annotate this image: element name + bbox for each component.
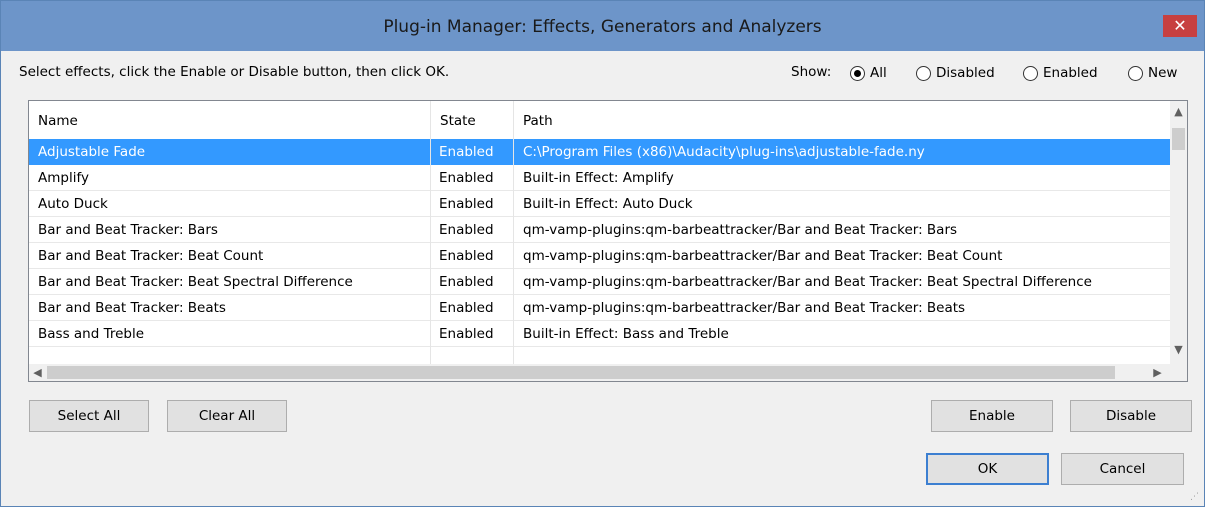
clear-all-button[interactable]: Clear All: [167, 400, 287, 432]
table-row[interactable]: Bar and Beat Tracker: Beats Enabled qm-v…: [29, 295, 1170, 321]
plugin-manager-dialog: Plug-in Manager: Effects, Generators and…: [0, 0, 1205, 507]
scroll-left-icon[interactable]: ◀: [29, 364, 46, 381]
column-divider: [513, 139, 514, 364]
scroll-down-icon[interactable]: ▼: [1170, 341, 1187, 358]
column-header-path[interactable]: Path: [514, 101, 1170, 139]
cell-path: qm-vamp-plugins:qm-barbeattracker/Bar an…: [523, 248, 1003, 264]
radio-all-label: All: [870, 65, 887, 81]
radio-disabled[interactable]: Disabled: [916, 63, 995, 83]
disable-button[interactable]: Disable: [1070, 400, 1192, 432]
cell-path: Built-in Effect: Bass and Treble: [523, 326, 729, 342]
cell-name: Bar and Beat Tracker: Beat Spectral Diff…: [38, 274, 353, 290]
cell-name: Bar and Beat Tracker: Bars: [38, 222, 218, 238]
cell-name: Adjustable Fade: [38, 144, 146, 160]
radio-enabled[interactable]: Enabled: [1023, 63, 1098, 83]
radio-button-icon[interactable]: [1128, 65, 1143, 81]
cell-name: Bass and Treble: [38, 326, 145, 342]
radio-button-icon[interactable]: [916, 65, 931, 81]
radio-all[interactable]: All: [850, 63, 887, 83]
list-header: Name State Path: [29, 101, 1170, 140]
close-icon[interactable]: ✕: [1163, 15, 1197, 37]
resize-grip-icon[interactable]: ⋰: [1190, 492, 1200, 502]
horizontal-scrollbar[interactable]: ◀ ▶: [29, 364, 1187, 381]
cell-path: qm-vamp-plugins:qm-barbeattracker/Bar an…: [523, 274, 1092, 290]
cell-state: Enabled: [439, 144, 494, 160]
cancel-button[interactable]: Cancel: [1061, 453, 1184, 485]
cell-path: qm-vamp-plugins:qm-barbeattracker/Bar an…: [523, 300, 966, 316]
radio-new-label: New: [1148, 65, 1178, 81]
column-divider: [430, 139, 431, 364]
table-row[interactable]: Bar and Beat Tracker: Beat Spectral Diff…: [29, 269, 1170, 295]
table-row[interactable]: Bar and Beat Tracker: Beat Count Enabled…: [29, 243, 1170, 269]
window-title: Plug-in Manager: Effects, Generators and…: [383, 17, 822, 37]
table-row[interactable]: Auto Duck Enabled Built-in Effect: Auto …: [29, 191, 1170, 217]
radio-new[interactable]: New: [1128, 63, 1177, 83]
cell-name: Bar and Beat Tracker: Beat Count: [38, 248, 264, 264]
instructions-text: Select effects, click the Enable or Disa…: [19, 64, 450, 80]
cell-path: C:\Program Files (x86)\Audacity\plug-ins…: [523, 144, 925, 160]
cell-name: Bar and Beat Tracker: Beats: [38, 300, 226, 316]
table-row[interactable]: Bar and Beat Tracker: Bars Enabled qm-va…: [29, 217, 1170, 243]
select-all-button[interactable]: Select All: [29, 400, 149, 432]
ok-button[interactable]: OK: [926, 453, 1049, 485]
cell-path: Built-in Effect: Auto Duck: [523, 196, 693, 212]
radio-disabled-label: Disabled: [936, 65, 995, 81]
cell-name: Auto Duck: [38, 196, 108, 212]
cell-name: Amplify: [38, 170, 89, 186]
scroll-right-icon[interactable]: ▶: [1149, 364, 1166, 381]
plugin-list[interactable]: Name State Path Adjustable Fade Enabled …: [28, 100, 1188, 382]
show-label: Show:: [791, 64, 832, 80]
cell-state: Enabled: [439, 196, 494, 212]
radio-button-icon[interactable]: [1023, 65, 1038, 81]
cell-state: Enabled: [439, 222, 494, 238]
enable-button[interactable]: Enable: [931, 400, 1053, 432]
vertical-scroll-thumb[interactable]: [1172, 128, 1185, 150]
radio-enabled-label: Enabled: [1043, 65, 1098, 81]
title-bar: Plug-in Manager: Effects, Generators and…: [1, 1, 1204, 51]
scroll-up-icon[interactable]: ▲: [1170, 103, 1187, 120]
horizontal-scroll-thumb[interactable]: [47, 366, 1115, 379]
column-header-name[interactable]: Name: [29, 101, 431, 139]
vertical-scrollbar[interactable]: ▲ ▼: [1170, 101, 1187, 364]
radio-button-icon[interactable]: [850, 65, 865, 81]
cell-state: Enabled: [439, 300, 494, 316]
cell-path: qm-vamp-plugins:qm-barbeattracker/Bar an…: [523, 222, 958, 238]
cell-state: Enabled: [439, 274, 494, 290]
cell-state: Enabled: [439, 326, 494, 342]
table-row[interactable]: Adjustable Fade Enabled C:\Program Files…: [29, 139, 1170, 165]
table-row[interactable]: Bass and Treble Enabled Built-in Effect:…: [29, 321, 1170, 347]
table-row[interactable]: Amplify Enabled Built-in Effect: Amplify: [29, 165, 1170, 191]
column-header-state[interactable]: State: [431, 101, 514, 139]
cell-state: Enabled: [439, 170, 494, 186]
cell-state: Enabled: [439, 248, 494, 264]
cell-path: Built-in Effect: Amplify: [523, 170, 674, 186]
